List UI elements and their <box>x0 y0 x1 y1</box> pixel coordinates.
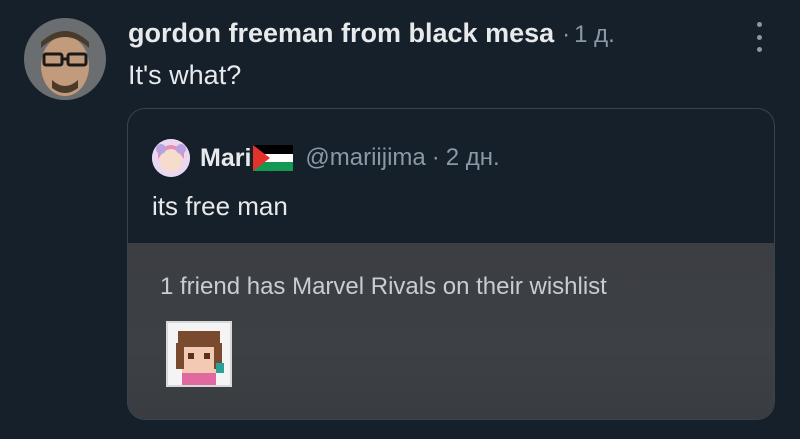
tweet-header: gordon freeman from black mesa · 1 д. <box>128 18 615 50</box>
author-avatar[interactable] <box>24 18 106 100</box>
quoted-tweet-header: Mari @mariijima · 2 дн. <box>152 139 500 177</box>
separator-dot: · <box>431 144 440 171</box>
friend-avatar <box>166 321 232 387</box>
wishlist-caption: 1 friend has Marvel Rivals on their wish… <box>160 273 607 300</box>
more-vertical-icon[interactable] <box>746 22 772 52</box>
quoted-author-name[interactable]: Mari <box>200 144 251 173</box>
tweet[interactable]: gordon freeman from black mesa · 1 д. It… <box>0 0 800 439</box>
tweet-text: It's what? <box>128 60 242 90</box>
quoted-tweet-text: its free man <box>152 191 288 221</box>
palestine-flag-icon <box>253 145 294 171</box>
timestamp[interactable]: 1 д. <box>574 21 615 49</box>
quoted-tweet[interactable]: Mari @mariijima · 2 дн. its free man 1 f… <box>127 108 775 420</box>
quoted-timestamp[interactable]: 2 дн. <box>446 144 500 172</box>
quoted-author-handle[interactable]: @mariijima <box>305 144 425 172</box>
author-name[interactable]: gordon freeman from black mesa <box>128 18 554 49</box>
quoted-media-image[interactable]: 1 friend has Marvel Rivals on their wish… <box>128 243 774 419</box>
separator-dot: · <box>562 21 571 48</box>
quoted-author-avatar <box>152 139 190 177</box>
